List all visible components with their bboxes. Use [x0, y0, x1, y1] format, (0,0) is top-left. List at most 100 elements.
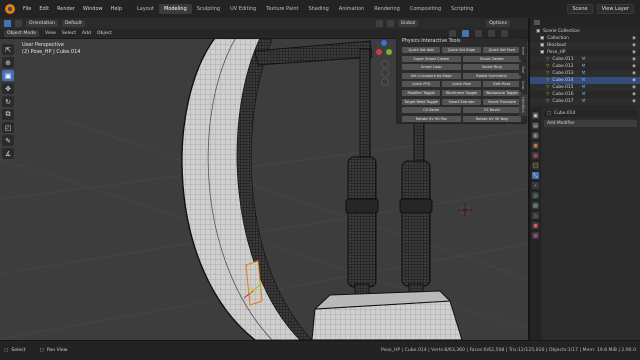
workspace-tab-uv-editing[interactable]: UV Editing	[225, 4, 261, 14]
workspace-tab-animation[interactable]: Animation	[334, 4, 370, 14]
menu-object[interactable]: Object	[97, 31, 112, 36]
workspace-tab-layout[interactable]: Layout	[132, 4, 159, 14]
constraints-props-icon[interactable]: ▧	[532, 202, 539, 209]
physics-props-icon[interactable]: ◎	[532, 192, 539, 199]
visibility-eye-icon[interactable]: ◉	[632, 99, 636, 104]
cursor-tool-icon[interactable]: ⊕	[2, 57, 14, 68]
pivot-dropdown[interactable]: Default	[61, 20, 85, 27]
menu-help[interactable]: Help	[107, 6, 126, 12]
proportional-edit-icon[interactable]	[386, 20, 394, 27]
visibility-eye-icon[interactable]: ◉	[632, 85, 636, 90]
visibility-eye-icon[interactable]: ◉	[632, 50, 636, 55]
panel-button[interactable]: Smart Ring	[462, 64, 521, 71]
annotate-tool-icon[interactable]: ✎	[2, 135, 14, 146]
blender-logo-icon[interactable]	[5, 4, 15, 14]
panel-button[interactable]: Smart Loop	[402, 64, 461, 71]
workspace-tab-scripting[interactable]: Scripting	[446, 4, 478, 14]
material-shading-icon[interactable]	[488, 30, 495, 37]
outliner-row[interactable]: ▽ Cube.016 ⚒ ◉	[530, 91, 640, 98]
panel-button[interactable]: Super Smart Create	[402, 55, 461, 62]
measure-tool-icon[interactable]: ∡	[2, 148, 14, 159]
panel-button[interactable]: Workplane Toggle	[482, 90, 521, 96]
panel-button[interactable]: Smart Translate	[482, 98, 521, 105]
outliner-row[interactable]: ▣ Pose_HP ◉	[530, 49, 640, 56]
visibility-eye-icon[interactable]: ◉	[632, 64, 636, 69]
outliner-row[interactable]: ▽ Cube.015 ⚒ ◉	[530, 84, 640, 91]
options-dropdown[interactable]: Options	[486, 20, 510, 27]
add-modifier-dropdown[interactable]: Add Modifier	[544, 120, 637, 127]
overlay-icon[interactable]	[449, 30, 456, 37]
tab-hardops[interactable]: HardOps	[519, 94, 527, 116]
workspace-tab-sculpting[interactable]: Sculpting	[192, 4, 225, 14]
panel-button[interactable]: Quick Pipe	[442, 81, 481, 88]
move-tool-icon[interactable]: ✥	[2, 83, 14, 94]
outliner-root[interactable]: ▣ Scene Collection	[530, 28, 640, 35]
camera-view-icon[interactable]	[381, 78, 389, 86]
orientation-dropdown[interactable]: Orientation	[26, 20, 58, 27]
axis-x-icon[interactable]	[376, 49, 382, 55]
visibility-eye-icon[interactable]: ◉	[632, 92, 636, 97]
menu-select[interactable]: Select	[62, 31, 76, 36]
data-props-icon[interactable]: △	[532, 212, 539, 219]
solid-shading-icon[interactable]	[475, 30, 482, 37]
panel-button[interactable]: Smart Extrude	[442, 98, 481, 105]
output-props-icon[interactable]: ▤	[532, 122, 539, 129]
menu-window[interactable]: Window	[79, 6, 107, 12]
panel-button[interactable]: Target Weld Toggle	[402, 98, 441, 105]
zoom-icon[interactable]	[381, 60, 389, 68]
workspace-tab-rendering[interactable]: Rendering	[369, 4, 405, 14]
outliner-row[interactable]: ▽ Cube.011 ⚒ ◉	[530, 56, 640, 63]
transform-global-dropdown[interactable]: Global	[397, 20, 419, 27]
menu-file[interactable]: File	[19, 6, 35, 12]
material-props-icon[interactable]: ●	[532, 222, 539, 229]
panel-button[interactable]: Set Curvature by Edge	[402, 72, 461, 79]
pan-hand-icon[interactable]	[381, 69, 389, 77]
select-box-icon[interactable]	[15, 20, 22, 27]
panel-button[interactable]: CS Bevel	[462, 107, 521, 114]
tab-item[interactable]: Item	[519, 42, 527, 60]
tweak-tool-icon[interactable]: ⇱	[2, 44, 14, 55]
menu-edit[interactable]: Edit	[35, 6, 53, 12]
xray-icon[interactable]	[462, 30, 469, 37]
workspace-tab-shading[interactable]: Shading	[303, 4, 333, 14]
visibility-eye-icon[interactable]: ◉	[632, 71, 636, 76]
visibility-eye-icon[interactable]: ◉	[632, 57, 636, 62]
panel-button[interactable]: Quick Set Edge	[442, 47, 481, 53]
tab-view[interactable]: View	[519, 78, 527, 92]
modifier-props-icon[interactable]: 🔧	[532, 172, 539, 179]
panel-button[interactable]: CS Bevel	[402, 107, 461, 114]
scene-props-icon[interactable]: ●	[532, 142, 539, 149]
tab-tool[interactable]: Tool	[519, 62, 527, 76]
outliner-row[interactable]: ▽ Cube.017 ⚒ ◉	[530, 98, 640, 105]
panel-button[interactable]: Modifier Toggle	[402, 90, 441, 96]
visibility-eye-icon[interactable]: ◉	[632, 36, 636, 41]
visibility-eye-icon[interactable]: ◉	[632, 78, 636, 83]
mode-dropdown[interactable]: Object Mode	[4, 30, 39, 37]
workspace-tab-modeling[interactable]: Modeling	[159, 4, 192, 14]
view-layer-selector[interactable]: View Layer	[596, 4, 634, 14]
outliner-row[interactable]: ▽ Cube.013 ⚒ ◉	[530, 70, 640, 77]
scale-tool-icon[interactable]: ⧉	[2, 109, 14, 120]
panel-button[interactable]: Rotate UV 90 Pos	[402, 115, 461, 122]
menu-render[interactable]: Render	[53, 6, 79, 12]
rendered-shading-icon[interactable]	[501, 30, 508, 37]
panel-button[interactable]: Rotate UV 90 Neg	[462, 115, 521, 122]
rotate-tool-icon[interactable]: ↻	[2, 96, 14, 107]
panel-button[interactable]: Wireframe Toggle	[442, 90, 481, 96]
world-props-icon[interactable]: ●	[532, 152, 539, 159]
render-props-icon[interactable]: ▣	[532, 112, 539, 119]
object-props-icon[interactable]: □	[532, 162, 539, 169]
menu-add[interactable]: Add	[82, 31, 91, 36]
transform-tool-icon[interactable]: ◰	[2, 122, 14, 133]
scene-selector[interactable]: Scene	[567, 4, 593, 14]
panel-button[interactable]: Quick Set Face	[482, 47, 521, 53]
panel-button[interactable]: Smart Delete	[462, 55, 521, 62]
select-box-tool-icon[interactable]: ▣	[2, 70, 14, 81]
filter-icon[interactable]	[534, 20, 540, 25]
snap-icon[interactable]	[375, 20, 383, 27]
panel-button[interactable]: Edit Pivot	[482, 81, 521, 88]
view-layer-props-icon[interactable]: ▥	[532, 132, 539, 139]
workspace-tab-compositing[interactable]: Compositing	[405, 4, 446, 14]
panel-button[interactable]: Radial Symmetry	[462, 72, 521, 79]
select-mode-icon[interactable]	[4, 20, 11, 27]
